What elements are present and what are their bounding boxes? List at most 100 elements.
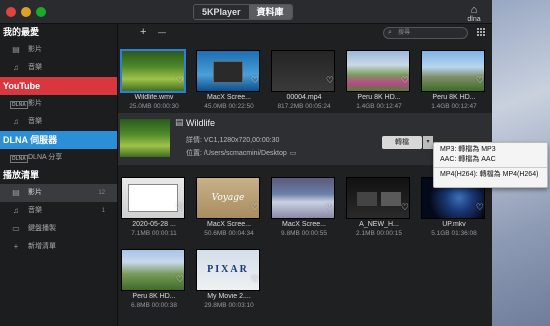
media-title: MacX Scree... bbox=[207, 94, 251, 101]
media-title: Peru 8K HD... bbox=[432, 94, 476, 101]
heart-icon[interactable]: ♡ bbox=[251, 75, 259, 86]
sidebar-item-label: DLNA 分享 bbox=[28, 154, 63, 161]
media-item[interactable]: ♡ 00004.mp4 817.2MB 00:05:24 bbox=[270, 47, 338, 110]
media-item[interactable]: ♡ Peru 8K HD... 1.4GB 00:12:47 bbox=[420, 47, 488, 110]
media-thumbnail[interactable] bbox=[122, 51, 184, 91]
menu-item-aac[interactable]: AAC: 轉檔為 AAC bbox=[434, 155, 547, 165]
add-button[interactable]: + bbox=[140, 26, 146, 38]
sidebar-item-playlist-music[interactable]: ♫ 音樂 1 bbox=[0, 202, 117, 220]
media-item[interactable]: ♡ Wildlife.wmv 25.0MB 00:00:30 bbox=[120, 47, 188, 110]
convert-format-menu: MP3: 轉檔為 MP3 AAC: 轉檔為 AAC MP4(H264): 轉檔為… bbox=[433, 142, 548, 188]
media-meta: 2.1MB 00:00:15 bbox=[356, 230, 402, 237]
detail-thumbnail[interactable] bbox=[120, 119, 170, 157]
search-placeholder: 搜尋 bbox=[398, 30, 411, 36]
media-title: Peru 8K HD... bbox=[357, 94, 401, 101]
sidebar-header-dlna[interactable]: DLNA 伺服器 bbox=[0, 131, 117, 149]
media-item[interactable]: PIXAR ♡ My Movie 2.... 29.8MB 00:03:10 bbox=[195, 246, 263, 309]
menu-separator bbox=[434, 167, 547, 168]
media-item[interactable]: Voyage ♡ MacX Scree... 50.6MB 00:04:34 bbox=[195, 174, 263, 237]
media-title: 00004.mp4 bbox=[286, 94, 322, 101]
heart-icon[interactable]: ♡ bbox=[251, 274, 259, 285]
media-meta: 9.8MB 00:00:55 bbox=[281, 230, 327, 237]
media-title: 2020-05-28 ... bbox=[132, 221, 176, 228]
media-meta: 45.0MB 00:22:50 bbox=[204, 103, 254, 110]
media-thumbnail[interactable] bbox=[122, 250, 184, 290]
minimize-window-button[interactable] bbox=[21, 7, 31, 17]
media-meta: 5.1GB 01:36:08 bbox=[431, 230, 477, 237]
keyboard-icon: ▭ bbox=[12, 224, 20, 233]
media-title: Wildlife.wmv bbox=[134, 94, 174, 101]
media-thumbnail[interactable]: Voyage bbox=[197, 178, 259, 218]
sidebar-item-new-playlist[interactable]: + 新增清單 bbox=[0, 238, 117, 256]
sidebar-item-label: 音樂 bbox=[28, 118, 42, 125]
tab-5kplayer[interactable]: 5KPlayer bbox=[194, 5, 249, 19]
media-thumbnail[interactable] bbox=[197, 51, 259, 91]
sidebar-header-youtube[interactable]: YouTube bbox=[0, 77, 117, 95]
tab-library[interactable]: 資料庫 bbox=[248, 5, 292, 19]
menu-item-mp4[interactable]: MP4(H264): 轉檔為 MP4(H264) bbox=[434, 170, 547, 180]
sidebar-item-playlist-videos[interactable]: ▤ 影片 12 bbox=[0, 184, 117, 202]
convert-dropdown-arrow[interactable]: ▾ bbox=[423, 136, 433, 149]
heart-icon[interactable]: ♡ bbox=[476, 202, 484, 213]
menu-item-mp3[interactable]: MP3: 轉檔為 MP3 bbox=[434, 145, 547, 155]
music-note-icon: ♫ bbox=[13, 206, 19, 215]
detail-location-text: 位置: /Users/scmacmini/Desktop bbox=[186, 150, 287, 157]
media-meta: 29.8MB 00:03:10 bbox=[204, 302, 254, 309]
media-thumbnail[interactable] bbox=[272, 51, 334, 91]
item-count: 12 bbox=[98, 190, 105, 196]
media-thumbnail[interactable] bbox=[347, 51, 409, 91]
media-item[interactable]: ♡ Peru 8K HD... 1.4GB 00:12:47 bbox=[345, 47, 413, 110]
dlna-icon: DLNA bbox=[10, 101, 28, 109]
sidebar-item-youtube-music[interactable]: ♫ 音樂 bbox=[0, 113, 117, 131]
sidebar-item-label: 鍵盤播製 bbox=[28, 225, 56, 232]
folder-icon[interactable]: ▭ bbox=[290, 150, 297, 157]
heart-icon[interactable]: ♡ bbox=[401, 75, 409, 86]
remove-button[interactable]: — bbox=[158, 28, 166, 37]
maximize-window-button[interactable] bbox=[36, 7, 46, 17]
sidebar-item-keyboard-recording[interactable]: ▭ 鍵盤播製 bbox=[0, 220, 117, 238]
media-item[interactable]: ♡ 2020-05-28 ... 7.1MB 00:00:11 bbox=[120, 174, 188, 237]
close-window-button[interactable] bbox=[6, 7, 16, 17]
sidebar-item-dlna-share[interactable]: DLNA DLNA 分享 bbox=[0, 149, 117, 167]
search-input[interactable]: ⌕ 搜尋 bbox=[383, 27, 468, 39]
heart-icon[interactable]: ♡ bbox=[401, 202, 409, 213]
media-thumbnail[interactable] bbox=[272, 178, 334, 218]
convert-button[interactable]: 轉檔 bbox=[382, 136, 422, 149]
media-title: UP.mkv bbox=[442, 221, 466, 228]
heart-icon[interactable]: ♡ bbox=[326, 75, 334, 86]
media-item[interactable]: ♡ A_NEW_H... 2.1MB 00:00:15 bbox=[345, 174, 413, 237]
sidebar: 我的最愛 ▤ 影片 ♫ 音樂 YouTube DLNA 影片 ♫ 音樂 DLNA… bbox=[0, 24, 118, 326]
heart-icon[interactable]: ♡ bbox=[176, 274, 184, 285]
sidebar-item-label: 音樂 bbox=[28, 207, 42, 214]
media-item[interactable]: ♡ MacX Scree... 45.0MB 00:22:50 bbox=[195, 47, 263, 110]
sidebar-item-youtube-videos[interactable]: DLNA 影片 bbox=[0, 95, 117, 113]
sidebar-item-label: 影片 bbox=[28, 189, 42, 196]
sidebar-item-favorite-music[interactable]: ♫ 音樂 bbox=[0, 59, 117, 77]
media-meta: 7.1MB 00:00:11 bbox=[131, 230, 177, 237]
heart-icon[interactable]: ♡ bbox=[251, 202, 259, 213]
media-thumbnail[interactable] bbox=[422, 51, 484, 91]
music-note-icon: ♫ bbox=[13, 117, 19, 126]
plus-icon: + bbox=[13, 242, 19, 251]
heart-icon[interactable]: ♡ bbox=[326, 202, 334, 213]
grid-view-icon[interactable] bbox=[477, 28, 486, 37]
media-thumbnail[interactable] bbox=[347, 178, 409, 218]
media-thumbnail[interactable]: PIXAR bbox=[197, 250, 259, 290]
sidebar-item-label: 新增清單 bbox=[28, 243, 56, 250]
item-count: 1 bbox=[101, 208, 105, 214]
sidebar-header-favorites: 我的最愛 bbox=[3, 27, 40, 37]
media-title: MacX Scree... bbox=[282, 221, 326, 228]
heart-icon[interactable]: ♡ bbox=[176, 202, 184, 213]
title-bar: 5KPlayer 資料庫 ⌂ dlna bbox=[0, 0, 492, 24]
heart-icon[interactable]: ♡ bbox=[476, 75, 484, 86]
media-thumbnail[interactable] bbox=[122, 178, 184, 218]
sidebar-item-favorite-videos[interactable]: ▤ 影片 bbox=[0, 41, 117, 59]
media-title: My Movie 2.... bbox=[207, 293, 251, 300]
film-icon: ▤ bbox=[175, 117, 184, 127]
dlna-label: dlna bbox=[467, 16, 481, 23]
mode-switcher: 5KPlayer 資料庫 bbox=[193, 4, 293, 20]
media-item[interactable]: ♡ MacX Scree... 9.8MB 00:00:55 bbox=[270, 174, 338, 237]
media-item[interactable]: ♡ Peru 8K HD... 6.8MB 00:00:38 bbox=[120, 246, 188, 309]
media-title: A_NEW_H... bbox=[359, 221, 399, 228]
heart-icon[interactable]: ♡ bbox=[176, 75, 184, 86]
